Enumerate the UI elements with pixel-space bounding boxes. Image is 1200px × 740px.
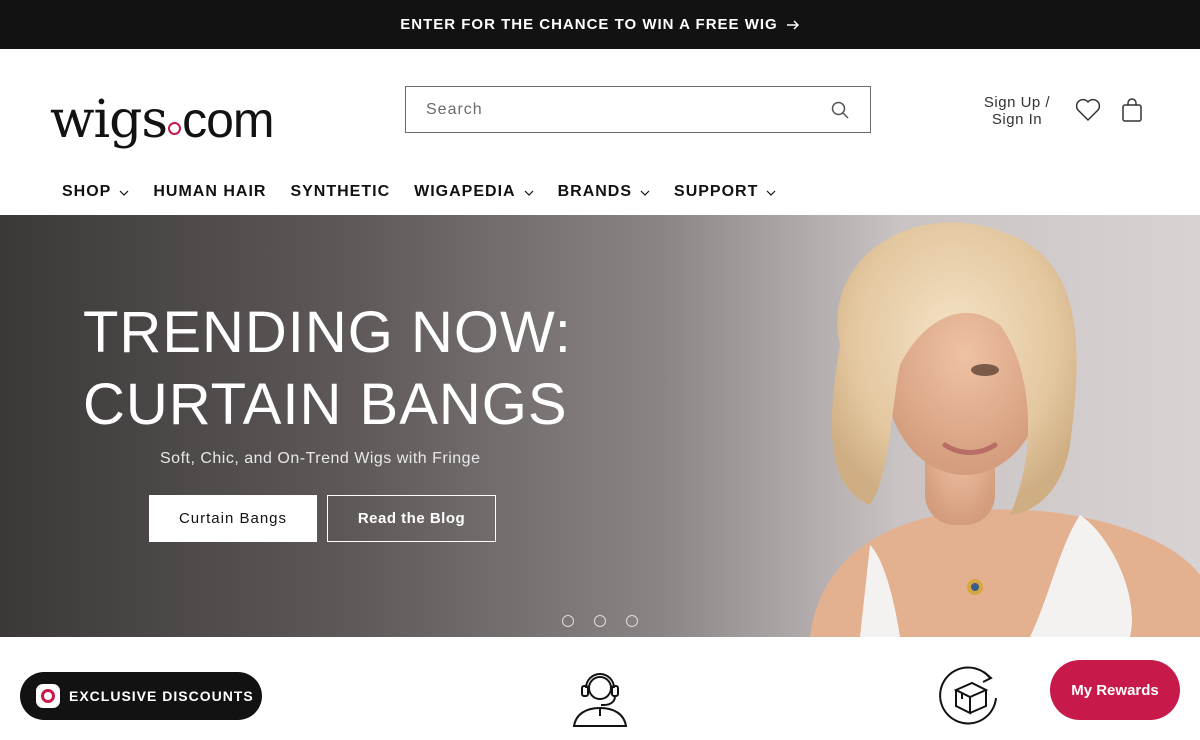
sign-in-label: Sign In (991, 111, 1043, 128)
sign-up-label: Sign Up / (983, 94, 1051, 111)
nav-shop[interactable]: SHOP (62, 183, 129, 201)
logo-wordmark: wigs com (50, 90, 275, 150)
site-header: wigscom Sign Up / Sign In SHOP HUMAN HAI… (0, 49, 1200, 215)
slide-dot-1[interactable] (562, 615, 574, 627)
hero-title-line-1: TRENDING NOW: (83, 300, 572, 365)
nav-wigapedia[interactable]: WIGAPEDIA (414, 183, 534, 201)
main-nav: SHOP HUMAN HAIR SYNTHETIC WIGAPEDIA BRAN… (62, 182, 800, 202)
hero-subtitle: Soft, Chic, and On-Trend Wigs with Fring… (160, 450, 481, 467)
my-rewards-button[interactable]: My Rewards (1050, 660, 1180, 720)
account-link[interactable]: Sign Up / Sign In (976, 94, 1058, 128)
cart-icon[interactable] (1120, 97, 1144, 123)
hero-title-line-2: CURTAIN BANGS (83, 372, 568, 437)
discount-badge-icon (36, 684, 60, 708)
announcement-link[interactable]: ENTER FOR THE CHANCE TO WIN A FREE WIG (400, 16, 799, 33)
hero-title: TRENDING NOW: CURTAIN BANGS (83, 297, 643, 441)
arrow-right-icon (786, 19, 799, 30)
slide-dot-2[interactable] (594, 615, 606, 627)
site-logo[interactable]: wigs com (50, 71, 305, 146)
headset-support-icon (572, 673, 628, 727)
slider-dots (562, 615, 638, 627)
chevron-down-icon (119, 190, 129, 196)
nav-support[interactable]: SUPPORT (674, 183, 776, 201)
chevron-down-icon (766, 190, 776, 196)
logo-dot-icon (168, 122, 182, 135)
announcement-text: ENTER FOR THE CHANCE TO WIN A FREE WIG (400, 16, 778, 33)
nav-brands[interactable]: BRANDS (558, 183, 650, 201)
nav-human-hair[interactable]: HUMAN HAIR (153, 183, 266, 201)
curtain-bangs-button[interactable]: Curtain Bangs (149, 495, 317, 542)
search-input[interactable] (426, 100, 830, 119)
rewards-label: My Rewards (1071, 681, 1159, 699)
exclusive-discounts-button[interactable]: EXCLUSIVE DISCOUNTS (20, 672, 262, 720)
slide-dot-3[interactable] (626, 615, 638, 627)
chevron-down-icon (640, 190, 650, 196)
search-icon[interactable] (830, 100, 850, 120)
hero-banner: TRENDING NOW: CURTAIN BANGS Soft, Chic, … (0, 215, 1200, 637)
search-box[interactable] (405, 86, 871, 133)
read-blog-button[interactable]: Read the Blog (327, 495, 496, 542)
nav-synthetic[interactable]: SYNTHETIC (290, 183, 390, 201)
announcement-bar: ENTER FOR THE CHANCE TO WIN A FREE WIG (0, 0, 1200, 49)
chevron-down-icon (524, 190, 534, 196)
hero-model-image (810, 222, 1200, 637)
box-return-icon (939, 666, 997, 725)
discount-label: EXCLUSIVE DISCOUNTS (69, 688, 254, 704)
heart-icon[interactable] (1075, 98, 1101, 122)
